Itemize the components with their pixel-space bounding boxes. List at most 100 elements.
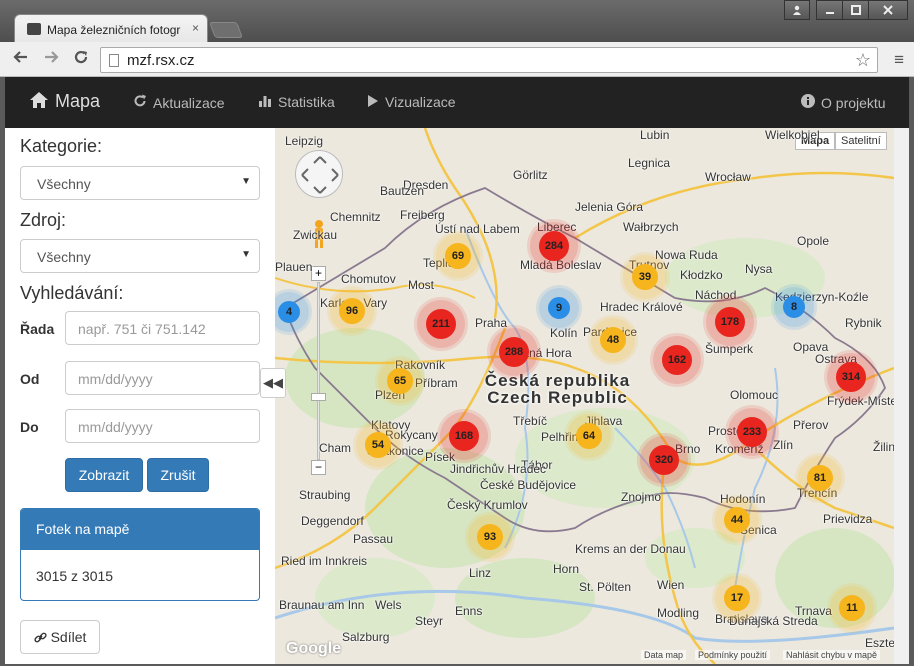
city-label: Bautzen — [380, 184, 425, 198]
city-label: Görlitz — [513, 168, 548, 182]
cluster-marker[interactable]: 211 — [417, 300, 465, 348]
cluster-marker[interactable]: 314 — [827, 353, 875, 401]
cluster-count: 320 — [649, 445, 679, 475]
city-label: Přerov — [793, 418, 829, 432]
city-label: Praha — [475, 316, 508, 330]
menu-icon[interactable]: ≡ — [894, 50, 904, 70]
close-window-button[interactable] — [868, 0, 908, 20]
map-canvas[interactable]: Mapa Satelitní + − Česká republika Czech… — [275, 128, 894, 664]
forward-arrow-icon[interactable] — [40, 49, 62, 69]
city-label: Kolín — [550, 326, 578, 340]
cluster-marker[interactable]: 284 — [530, 222, 578, 270]
bookmark-star-icon[interactable]: ☆ — [855, 50, 871, 71]
cluster-marker[interactable]: 168 — [440, 412, 488, 460]
cluster-count: 69 — [445, 243, 471, 269]
zoom-in-button[interactable]: + — [311, 266, 326, 281]
nav-label: Aktualizace — [153, 95, 225, 111]
url-text: mzf.rsx.cz — [127, 52, 195, 69]
city-label: Wels — [375, 598, 402, 612]
user-icon[interactable] — [784, 0, 810, 20]
city-label: Wrocław — [705, 170, 751, 184]
back-arrow-icon[interactable] — [10, 49, 32, 69]
cluster-count: 162 — [662, 345, 692, 375]
map-report-error[interactable]: Nahlásit chybu v mapě — [783, 650, 881, 660]
pan-control[interactable] — [295, 150, 343, 198]
cluster-marker[interactable]: 93 — [468, 515, 512, 559]
city-label: Steyr — [415, 614, 444, 628]
city-label: Braunau am Inn — [279, 598, 365, 612]
browser-tab[interactable]: Mapa železničních fotogr × — [14, 14, 208, 44]
city-label: Jindřichův Hradec — [450, 462, 547, 476]
map-attribution[interactable]: Data map — [641, 650, 687, 660]
site-navbar: Mapa Aktualizace Statistika Vizualizace … — [5, 77, 909, 128]
map-type-satellite[interactable]: Satelitní — [835, 132, 887, 150]
cluster-count: 44 — [724, 507, 750, 533]
filter-sidebar: Kategorie: Všechny ▼ Zdroj: Všechny ▼ Vy… — [5, 128, 275, 664]
cluster-marker[interactable]: 44 — [715, 498, 759, 542]
nav-item-aktualizace[interactable]: Aktualizace — [133, 94, 225, 111]
tab-close-icon[interactable]: × — [192, 21, 199, 35]
cluster-marker[interactable]: 17 — [715, 576, 759, 620]
browser-toolbar: mzf.rsx.cz ☆ ≡ — [0, 42, 914, 77]
city-label: Znojmo — [621, 490, 662, 504]
cluster-marker[interactable]: 81 — [798, 456, 842, 500]
city-label: Horn — [553, 562, 580, 576]
nav-label: O projektu — [821, 95, 886, 111]
city-label: Cham — [319, 441, 352, 455]
refresh-icon — [133, 94, 147, 111]
minimize-button[interactable] — [816, 0, 844, 20]
cluster-marker[interactable]: 320 — [640, 436, 688, 484]
source-select[interactable]: Všechny ▼ — [20, 239, 260, 273]
nav-item-vizualizace[interactable]: Vizualizace — [367, 94, 456, 110]
city-label: Most — [408, 278, 435, 292]
cluster-marker[interactable]: 54 — [356, 423, 400, 467]
cluster-marker[interactable]: 178 — [706, 298, 754, 346]
cluster-marker[interactable]: 48 — [591, 318, 635, 362]
cluster-count: 4 — [278, 301, 300, 323]
cluster-marker[interactable]: 96 — [330, 289, 374, 333]
cluster-marker[interactable]: 162 — [653, 336, 701, 384]
cluster-marker[interactable]: 64 — [567, 414, 611, 458]
cluster-marker[interactable]: 8 — [774, 287, 814, 327]
city-label: Modling — [657, 606, 700, 620]
maximize-button[interactable] — [842, 0, 870, 20]
cancel-button[interactable]: Zrušit — [147, 458, 209, 492]
address-bar[interactable]: mzf.rsx.cz ☆ — [100, 47, 878, 73]
cluster-marker[interactable]: 233 — [728, 408, 776, 456]
series-input[interactable]: např. 751 či 751.142 — [65, 311, 260, 345]
to-date-input[interactable]: mm/dd/yyyy — [65, 409, 260, 443]
share-button[interactable]: Sdílet — [20, 620, 100, 654]
bar-chart-icon — [258, 94, 272, 110]
category-select[interactable]: Všechny ▼ — [20, 166, 260, 200]
reload-icon[interactable] — [70, 49, 92, 69]
cluster-count: 8 — [783, 296, 805, 318]
nav-item-about[interactable]: O projektu — [801, 94, 886, 111]
tab-title: Mapa železničních fotogr — [47, 23, 181, 37]
new-tab-button[interactable] — [209, 22, 243, 38]
to-label: Do — [20, 419, 39, 435]
city-label: Zwickau — [293, 228, 338, 242]
city-label: Passau — [353, 532, 394, 546]
search-label: Vyhledávání: — [20, 283, 124, 303]
cluster-marker[interactable]: 69 — [436, 234, 480, 278]
nav-label: Statistika — [278, 94, 335, 110]
city-label: Třebíč — [513, 414, 548, 428]
country-cz: Česká republika — [484, 371, 631, 390]
show-button[interactable]: Zobrazit — [65, 458, 143, 492]
from-date-input[interactable]: mm/dd/yyyy — [65, 361, 260, 395]
map-scrollbar[interactable] — [894, 128, 909, 664]
cluster-marker[interactable]: 39 — [623, 255, 667, 299]
cluster-marker[interactable]: 65 — [378, 359, 422, 403]
cluster-marker[interactable]: 288 — [490, 328, 538, 376]
zoom-handle[interactable] — [311, 393, 326, 401]
zoom-out-button[interactable]: − — [311, 460, 326, 475]
cluster-marker[interactable]: 11 — [830, 586, 874, 630]
city-label: Wałbrzych — [623, 220, 679, 234]
panel-title: Fotek na mapě — [21, 509, 259, 550]
nav-item-statistika[interactable]: Statistika — [258, 94, 335, 110]
brand-link[interactable]: Mapa — [29, 91, 100, 112]
city-label: Olomouc — [730, 388, 779, 402]
collapse-sidebar-button[interactable]: ◀◀ — [260, 368, 286, 398]
map-terms[interactable]: Podmínky použití — [695, 650, 771, 660]
cluster-marker[interactable]: 9 — [539, 288, 579, 328]
